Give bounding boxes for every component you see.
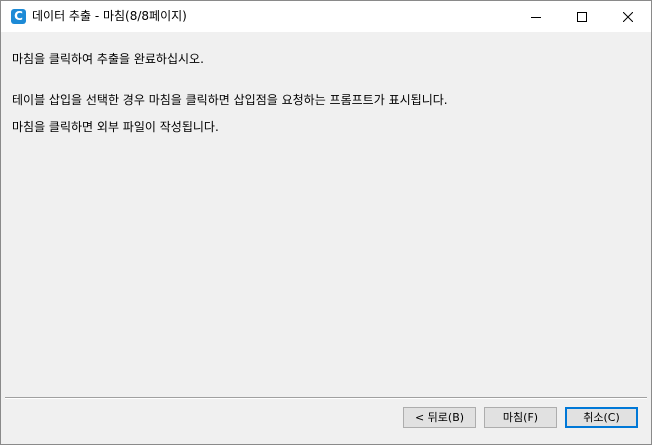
table-insert-note: 테이블 삽입을 선택한 경우 마침을 클릭하면 삽입점을 요청하는 프롬프트가 … <box>12 93 448 107</box>
instruction-text: 마침을 클릭하여 추출을 완료하십시오. <box>12 52 204 66</box>
close-button[interactable] <box>605 1 651 32</box>
window-title: 데이터 추출 - 마침(8/8페이지) <box>32 9 187 23</box>
minimize-button[interactable] <box>513 1 559 32</box>
dialog-window: C 데이터 추출 - 마침(8/8페이지) 마침을 클릭하여 추출을 완료하십시… <box>0 0 652 445</box>
maximize-button[interactable] <box>559 1 605 32</box>
footer-separator <box>5 397 647 399</box>
external-file-note: 마침을 클릭하면 외부 파일이 작성됩니다. <box>12 120 219 134</box>
title-bar[interactable]: C 데이터 추출 - 마침(8/8페이지) <box>1 1 651 32</box>
finish-button[interactable]: 마침(F) <box>484 407 557 428</box>
wizard-content: 마침을 클릭하여 추출을 완료하십시오. 테이블 삽입을 선택한 경우 마침을 … <box>1 32 651 398</box>
minimize-icon <box>531 16 541 18</box>
app-icon-letter: C <box>14 9 23 23</box>
cancel-button[interactable]: 취소(C) <box>565 407 638 428</box>
close-icon <box>623 11 633 22</box>
maximize-icon <box>577 11 587 22</box>
app-icon: C <box>11 9 26 24</box>
back-button[interactable]: < 뒤로(B) <box>403 407 476 428</box>
